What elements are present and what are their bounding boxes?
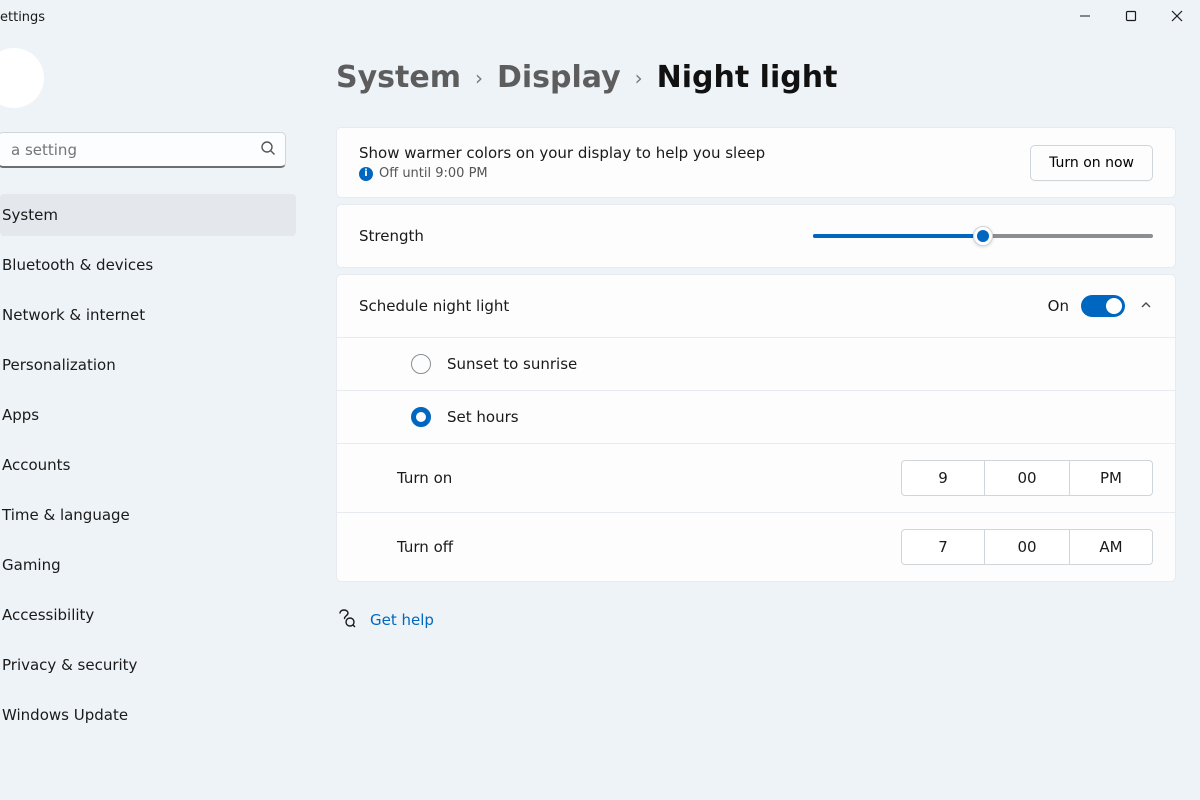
get-help-row: Get help: [336, 608, 1176, 632]
title-bar: ettings: [0, 0, 1200, 42]
help-icon: [336, 608, 356, 632]
search-input[interactable]: [0, 132, 286, 168]
turn-off-ampm[interactable]: AM: [1069, 529, 1153, 565]
description-card: Show warmer colors on your display to he…: [336, 127, 1176, 198]
radio-set-hours-label: Set hours: [447, 408, 519, 426]
avatar[interactable]: [0, 48, 44, 108]
radio-set-hours[interactable]: [411, 407, 431, 427]
strength-slider[interactable]: [813, 229, 1153, 243]
sidebar: System Bluetooth & devices Network & int…: [0, 42, 300, 800]
chevron-right-icon: ›: [475, 66, 483, 90]
radio-sunset-label: Sunset to sunrise: [447, 355, 577, 373]
nav-item-label: Personalization: [2, 356, 116, 374]
description-text: Show warmer colors on your display to he…: [359, 144, 765, 162]
nav-item-network[interactable]: Network & internet: [0, 294, 296, 336]
nav-item-label: Apps: [2, 406, 39, 424]
info-icon: i: [359, 167, 373, 181]
breadcrumb-display[interactable]: Display: [497, 60, 621, 95]
nav-item-windows-update[interactable]: Windows Update: [0, 694, 296, 736]
status-text: Off until 9:00 PM: [379, 166, 488, 181]
chevron-up-icon[interactable]: [1139, 297, 1153, 316]
turn-on-time-picker: 9 00 PM: [901, 460, 1153, 496]
nav-item-label: Gaming: [2, 556, 61, 574]
nav-item-personalization[interactable]: Personalization: [0, 344, 296, 386]
breadcrumb: System › Display › Night light: [336, 60, 1176, 95]
nav-item-label: Accessibility: [2, 606, 94, 624]
turn-on-hour[interactable]: 9: [901, 460, 985, 496]
turn-off-time-picker: 7 00 AM: [901, 529, 1153, 565]
app-title: ettings: [0, 0, 45, 25]
nav-item-gaming[interactable]: Gaming: [0, 544, 296, 586]
toggle-state-label: On: [1048, 297, 1069, 315]
turn-off-label: Turn off: [397, 538, 453, 556]
toggle-knob: [1106, 298, 1122, 314]
slider-thumb[interactable]: [973, 226, 993, 246]
turn-on-ampm[interactable]: PM: [1069, 460, 1153, 496]
nav-item-label: Privacy & security: [2, 656, 137, 674]
minimize-button[interactable]: [1062, 0, 1108, 32]
radio-sunset[interactable]: [411, 354, 431, 374]
nav-item-label: Accounts: [2, 456, 70, 474]
nav-item-bluetooth[interactable]: Bluetooth & devices: [0, 244, 296, 286]
nav-item-accounts[interactable]: Accounts: [0, 444, 296, 486]
nav-item-label: Time & language: [2, 506, 130, 524]
nav-item-label: Network & internet: [2, 306, 145, 324]
maximize-button[interactable]: [1108, 0, 1154, 32]
nav-item-label: System: [2, 206, 58, 224]
turn-on-minute[interactable]: 00: [985, 460, 1069, 496]
turn-on-time-row: Turn on 9 00 PM: [337, 443, 1175, 512]
nav-item-accessibility[interactable]: Accessibility: [0, 594, 296, 636]
strength-label: Strength: [359, 227, 424, 245]
turn-off-hour[interactable]: 7: [901, 529, 985, 565]
search-icon: [260, 140, 276, 160]
nav-item-apps[interactable]: Apps: [0, 394, 296, 436]
breadcrumb-system[interactable]: System: [336, 60, 461, 95]
turn-on-now-button[interactable]: Turn on now: [1030, 145, 1153, 181]
main-content: System › Display › Night light Show warm…: [300, 42, 1200, 800]
strength-card: Strength: [336, 204, 1176, 268]
chevron-right-icon: ›: [635, 66, 643, 90]
page-title: Night light: [657, 60, 838, 95]
nav-item-system[interactable]: System: [0, 194, 296, 236]
schedule-toggle[interactable]: [1081, 295, 1125, 317]
radio-sunset-row[interactable]: Sunset to sunrise: [337, 337, 1175, 390]
schedule-label: Schedule night light: [359, 297, 509, 315]
nav-item-time-language[interactable]: Time & language: [0, 494, 296, 536]
get-help-link[interactable]: Get help: [370, 611, 434, 629]
search-container: [0, 132, 286, 168]
nav-item-privacy[interactable]: Privacy & security: [0, 644, 296, 686]
turn-off-minute[interactable]: 00: [985, 529, 1069, 565]
slider-fill: [813, 234, 983, 238]
radio-sethours-row[interactable]: Set hours: [337, 390, 1175, 443]
close-button[interactable]: [1154, 0, 1200, 32]
nav-item-label: Windows Update: [2, 706, 128, 724]
schedule-header-row[interactable]: Schedule night light On: [337, 275, 1175, 337]
turn-on-label: Turn on: [397, 469, 452, 487]
schedule-card: Schedule night light On Sunset to sunris…: [336, 274, 1176, 582]
turn-off-time-row: Turn off 7 00 AM: [337, 512, 1175, 581]
window-controls: [1062, 0, 1200, 32]
nav-item-label: Bluetooth & devices: [2, 256, 153, 274]
